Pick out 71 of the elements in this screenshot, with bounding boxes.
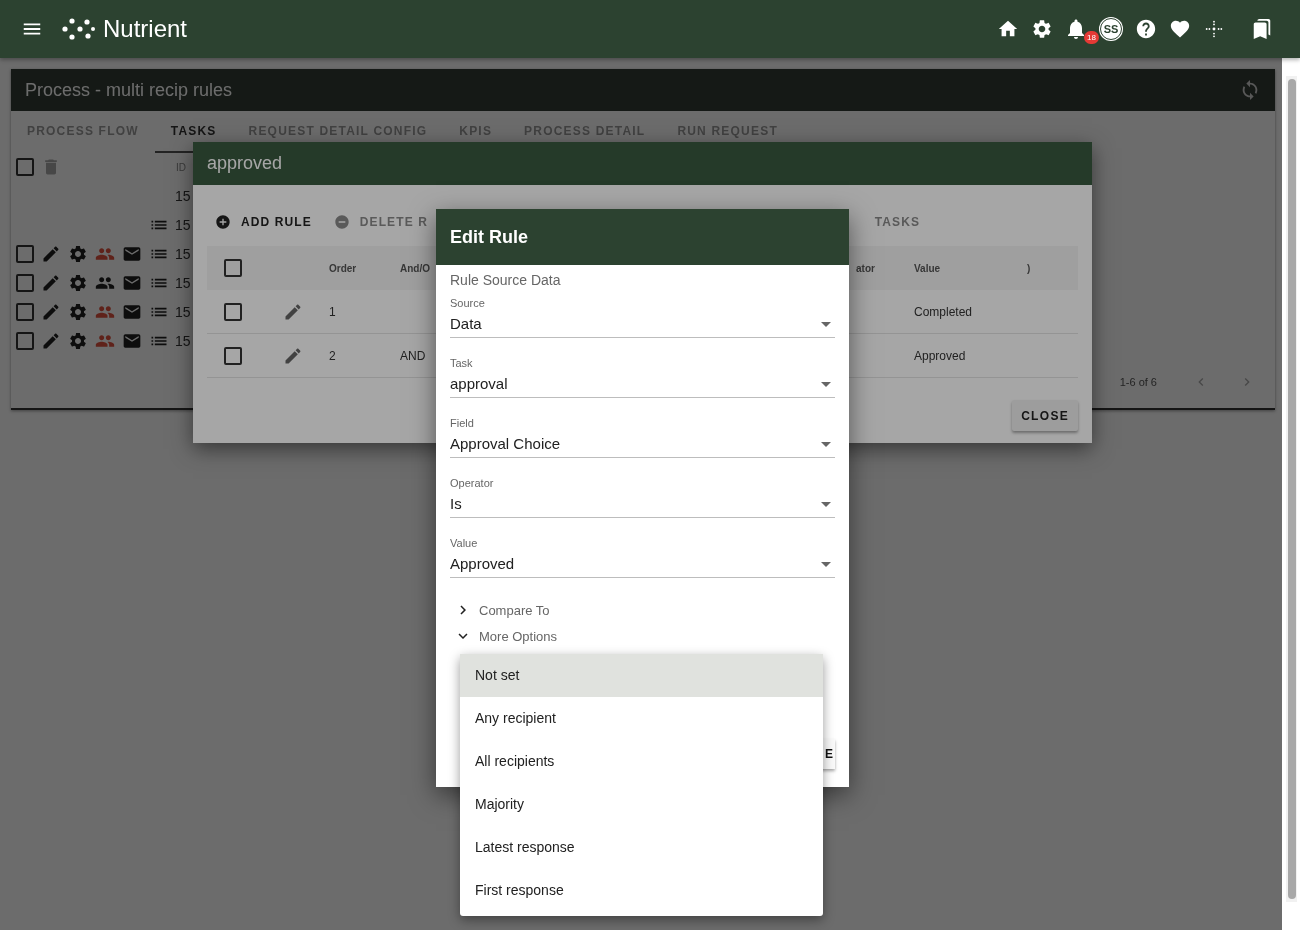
checkbox[interactable] [224,302,242,321]
field-value: Approved [450,554,515,574]
menu-option[interactable]: Not set [460,654,823,697]
expander[interactable]: Compare To [450,597,835,623]
select-field[interactable]: Operator Is [450,477,835,518]
table-cell-text: 15 [174,274,191,291]
column-header: Value [914,262,941,274]
app-title: Nutrient [103,15,188,43]
table-cell-text: 15 [174,245,191,262]
logo-icon [61,16,95,42]
bookmarks-icon[interactable] [1251,18,1273,40]
checkbox[interactable] [16,158,34,176]
menu-option[interactable]: Any recipient [460,697,823,740]
dropdown-arrow-icon [821,561,831,567]
table-cell-text: 15 [174,332,191,349]
dropdown-arrow-icon [821,321,831,327]
user-avatar[interactable]: SS [1100,18,1122,40]
section-title: Rule Source Data [450,271,562,289]
select-field[interactable]: Field Approval Choice [450,417,835,458]
bell-icon[interactable] [1068,19,1084,39]
column-header: Order [329,262,357,274]
menu-option[interactable]: First response [460,869,823,912]
table-cell-text: 15 [174,216,191,233]
menu-option[interactable]: Latest response [460,826,823,869]
field-label: Value [450,537,479,550]
select-field[interactable]: Value Approved [450,537,835,578]
table-cell-text: 15 [174,187,191,204]
field-label: Field [450,417,475,430]
table-cell: 2 [329,348,336,363]
heart-icon[interactable] [1169,18,1191,40]
remove-icon [333,214,350,230]
checkbox[interactable] [16,273,34,292]
checkbox[interactable] [16,331,34,350]
field-label: Operator [450,477,495,490]
action-button[interactable]: ADD RULE [207,207,320,237]
checkbox[interactable] [16,302,34,321]
settings-icon[interactable] [1031,18,1053,40]
column-header: ator [856,262,875,274]
notification-badge: 18 [1084,31,1099,44]
table-cell: Completed [914,304,973,319]
column-header: And/O [400,262,430,274]
field-label: Task [450,357,474,370]
field-label: Source [450,297,486,310]
dropdown-arrow-icon [821,381,831,387]
expander[interactable]: More Options [450,623,835,649]
checkbox[interactable] [224,346,242,365]
table-cell-text: 15 [174,303,191,320]
dropdown-arrow-icon [821,501,831,507]
column-header: ) [1027,262,1031,274]
close-button[interactable]: CLOSE [1012,400,1078,431]
table-cell: 1 [329,304,336,319]
table-cell: AND [400,348,426,363]
pagination-range: 1-6 of 6 [1119,376,1157,388]
checkbox[interactable] [16,244,34,263]
checkbox[interactable] [224,259,242,277]
table-cell: Approved [914,348,966,363]
menu-option[interactable]: All recipients [460,740,823,783]
help-icon[interactable] [1135,18,1157,40]
field-value: Approval Choice [450,434,561,454]
select-field[interactable]: Source Data [450,297,835,338]
dialog-title: Edit Rule [450,226,528,248]
add-icon [215,214,231,230]
page-title: Process - multi recip rules [25,79,233,101]
menu-option[interactable]: Majority [460,783,823,826]
dialog-title: approved [207,153,283,174]
field-value: approval [450,374,508,394]
sparkle-icon[interactable] [1203,18,1225,40]
dropdown-arrow-icon [821,441,831,447]
field-value: Is [450,494,462,514]
select-field[interactable]: Task approval [450,357,835,398]
field-value: Data [450,314,482,334]
